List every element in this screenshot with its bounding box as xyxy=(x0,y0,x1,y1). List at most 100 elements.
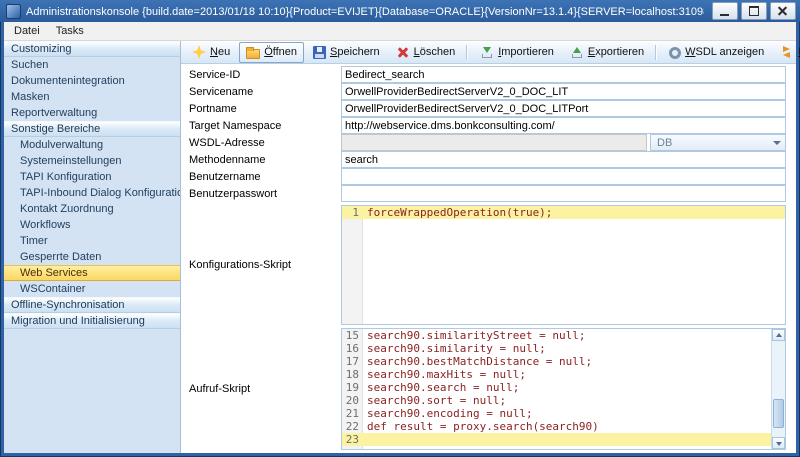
form-row: Servicename xyxy=(181,83,796,100)
sidebar-item[interactable]: Masken xyxy=(4,89,180,105)
app-window: { "window": { "title": "Administrationsk… xyxy=(0,0,800,457)
sidebar: Customizing Suchen Dokumentenintegration… xyxy=(4,41,181,453)
save-icon xyxy=(313,46,326,59)
text-field[interactable] xyxy=(341,100,786,117)
sidebar-item[interactable]: Customizing xyxy=(4,41,180,57)
form-row: Benutzername xyxy=(181,168,796,185)
scroll-up-icon[interactable] xyxy=(772,329,785,341)
source-combobox[interactable]: DB xyxy=(650,134,786,151)
config-script-editor[interactable]: 1 forceWrappedOperation(true); xyxy=(341,205,786,325)
wsdl-icon xyxy=(669,47,681,59)
sidebar-item[interactable]: TAPI-Inbound Dialog Konfiguration xyxy=(4,185,180,201)
maximize-icon xyxy=(749,6,759,16)
app-icon xyxy=(6,4,21,19)
line-number: 19 xyxy=(342,381,363,394)
line-number: 17 xyxy=(342,355,363,368)
toolbar-button[interactable]: Öffnen xyxy=(239,42,304,63)
form-row: WSDL-Adresse DB xyxy=(181,134,796,151)
toolbar-button[interactable]: Exportieren xyxy=(563,42,651,63)
sidebar-item-label: Timer xyxy=(20,235,48,247)
field-label: Target Namespace xyxy=(181,120,341,132)
text-field[interactable] xyxy=(341,185,786,202)
field-label: Benutzerpasswort xyxy=(181,188,341,200)
text-field[interactable] xyxy=(341,83,786,100)
toolbar-button[interactable]: Importieren xyxy=(473,42,561,63)
close-button[interactable] xyxy=(770,2,796,20)
minimize-button[interactable] xyxy=(712,2,738,20)
form-rows: Service-ID Servicename xyxy=(181,66,796,202)
vertical-scrollbar[interactable] xyxy=(771,329,785,449)
field-label: Service-ID xyxy=(181,69,341,81)
sidebar-item-label: Customizing xyxy=(11,43,72,55)
text-field[interactable] xyxy=(341,66,786,83)
main-area: Customizing Suchen Dokumentenintegration… xyxy=(4,41,796,453)
sidebar-item-label: Kontakt Zuordnung xyxy=(20,203,114,215)
line-number: 1 xyxy=(342,206,363,219)
sidebar-item[interactable]: Suchen xyxy=(4,57,180,73)
mapping-icon xyxy=(780,45,794,59)
call-script-block: Aufruf-Skript 15 search90.similarityStre… xyxy=(181,328,796,450)
export-icon xyxy=(570,45,584,59)
maximize-button[interactable] xyxy=(741,2,767,20)
code-line: 23 xyxy=(342,433,772,446)
line-number: 21 xyxy=(342,407,363,420)
sidebar-item[interactable]: Systemeinstellungen xyxy=(4,153,180,169)
scroll-down-icon[interactable] xyxy=(772,437,785,449)
line-number: 18 xyxy=(342,368,363,381)
sidebar-item[interactable]: Workflows xyxy=(4,217,180,233)
text-field[interactable] xyxy=(341,168,786,185)
import-icon xyxy=(480,45,494,59)
minimize-icon xyxy=(720,14,729,16)
sidebar-item[interactable]: Web Services xyxy=(4,265,180,281)
toolbar-button[interactable]: Mapping xyxy=(773,42,800,63)
menu-item[interactable]: Datei xyxy=(6,23,48,39)
sidebar-item[interactable]: Migration und Initialisierung xyxy=(4,313,180,329)
scrollbar-thumb[interactable] xyxy=(773,399,784,428)
sidebar-item[interactable]: WSContainer xyxy=(4,281,180,297)
code-text: search90.bestMatchDistance = null; xyxy=(363,355,772,368)
code-line: 20 search90.sort = null; xyxy=(342,394,772,407)
menu-item[interactable]: Tasks xyxy=(48,23,92,39)
code-line: 17 search90.bestMatchDistance = null; xyxy=(342,355,772,368)
sidebar-item[interactable]: TAPI Konfiguration xyxy=(4,169,180,185)
window-controls xyxy=(709,2,800,20)
field-label: Methodenname xyxy=(181,154,341,166)
text-field[interactable] xyxy=(341,151,786,168)
window-title: Administrationskonsole {build.date=2013/… xyxy=(26,5,704,18)
sidebar-item[interactable]: Dokumentenintegration xyxy=(4,73,180,89)
code-line: 16 search90.similarity = null; xyxy=(342,342,772,355)
line-number: 15 xyxy=(342,329,363,342)
toolbar-button[interactable]: Löschen xyxy=(389,42,463,63)
sidebar-item[interactable]: Timer xyxy=(4,233,180,249)
toolbar-button-label: Öffnen xyxy=(264,46,297,58)
text-field[interactable] xyxy=(341,134,647,151)
text-field[interactable] xyxy=(341,117,786,134)
code-line: 19 search90.search = null; xyxy=(342,381,772,394)
sidebar-item[interactable]: Sonstige Bereiche xyxy=(4,121,180,137)
sidebar-item[interactable]: Modulverwaltung xyxy=(4,137,180,153)
field-label: WSDL-Adresse xyxy=(181,137,341,149)
toolbar-button-label: Löschen xyxy=(414,46,456,58)
code-text: def result = proxy.search(search90) xyxy=(363,420,772,433)
sidebar-item[interactable]: Offline-Synchronisation xyxy=(4,297,180,313)
field-label: Servicename xyxy=(181,86,341,98)
sidebar-item-label: Offline-Synchronisation xyxy=(11,299,125,311)
code-line: 1 forceWrappedOperation(true); xyxy=(342,206,785,219)
form-row: Service-ID xyxy=(181,66,796,83)
call-script-editor[interactable]: 15 search90.similarityStreet = null; 16 … xyxy=(341,328,786,450)
line-number: 20 xyxy=(342,394,363,407)
sidebar-item-label: Suchen xyxy=(11,59,48,71)
toolbar-button[interactable]: Speichern xyxy=(306,42,387,63)
field-label: Portname xyxy=(181,103,341,115)
open-folder-icon xyxy=(246,49,260,59)
sidebar-item[interactable]: Gesperrte Daten xyxy=(4,249,180,265)
code-line: 15 search90.similarityStreet = null; xyxy=(342,329,772,342)
sidebar-item-label: Systemeinstellungen xyxy=(20,155,122,167)
code-text: search90.encoding = null; xyxy=(363,407,772,420)
toolbar-button[interactable]: Neu xyxy=(185,42,237,63)
sidebar-item-label: Modulverwaltung xyxy=(20,139,103,151)
sidebar-item[interactable]: Kontakt Zuordnung xyxy=(4,201,180,217)
sidebar-item[interactable]: Reportverwaltung xyxy=(4,105,180,121)
code-line: 21 search90.encoding = null; xyxy=(342,407,772,420)
toolbar-button[interactable]: WSDL anzeigen xyxy=(662,42,771,63)
